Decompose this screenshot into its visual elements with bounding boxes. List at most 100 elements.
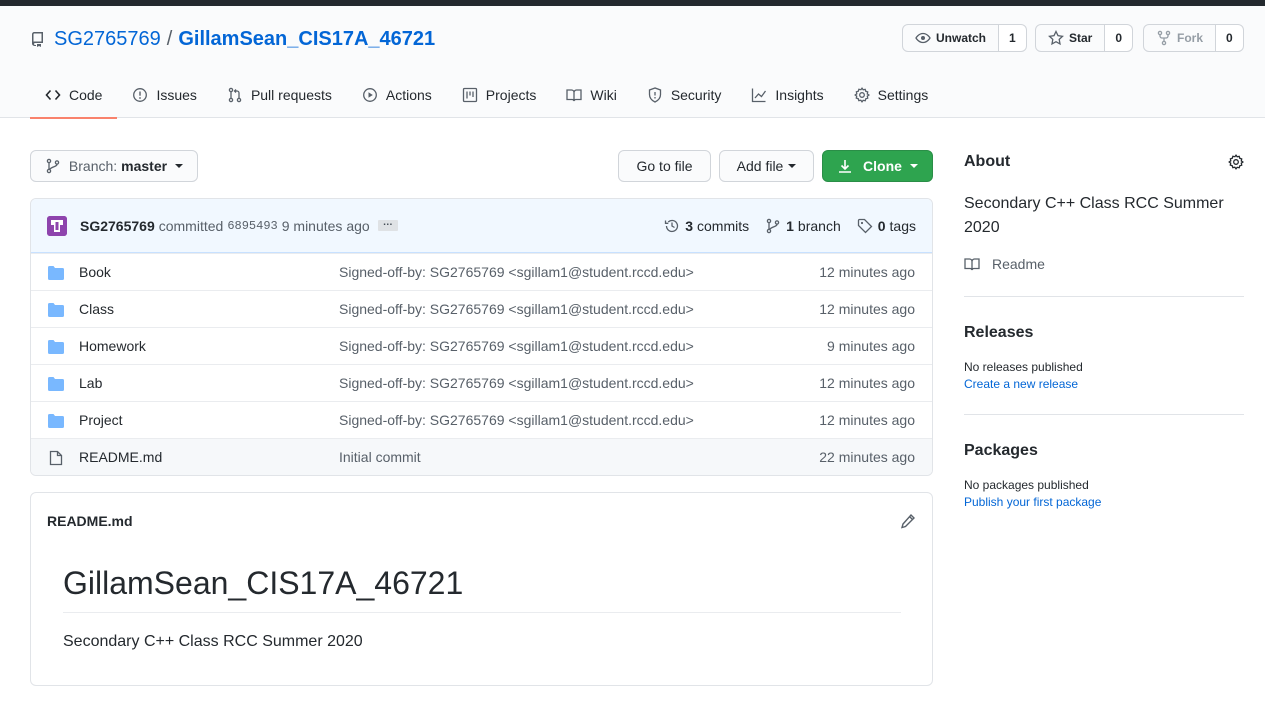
file-age: 12 minutes ago — [819, 301, 915, 317]
file-row[interactable]: Lab Signed-off-by: SG2765769 <sgillam1@s… — [31, 364, 932, 401]
file-age: 9 minutes ago — [827, 338, 915, 354]
file-row[interactable]: Homework Signed-off-by: SG2765769 <sgill… — [31, 327, 932, 364]
tags-label: tags — [889, 218, 916, 234]
unwatch-button[interactable]: Unwatch — [902, 24, 1000, 52]
readme-heading: GillamSean_CIS17A_46721 — [63, 565, 901, 613]
tab-issues[interactable]: Issues — [117, 72, 211, 118]
releases-title[interactable]: Releases — [964, 324, 1244, 342]
tab-settings[interactable]: Settings — [839, 72, 944, 118]
tab-actions[interactable]: Actions — [347, 72, 447, 118]
packages-empty-text: No packages published — [964, 478, 1089, 492]
file-name-link[interactable]: Class — [79, 301, 114, 317]
play-icon — [362, 88, 377, 102]
commit-verb: committed — [158, 217, 224, 234]
about-description: Secondary C++ Class RCC Summer 2020 — [964, 195, 1224, 236]
fork-button[interactable]: Fork — [1143, 24, 1217, 52]
readme-filename: README.md — [47, 512, 133, 529]
identicon-icon — [47, 215, 67, 236]
tab-security-label: Security — [670, 87, 722, 103]
file-row[interactable]: README.md Initial commit 22 minutes ago — [31, 438, 932, 475]
branch-count: 1 — [786, 218, 794, 234]
gear-icon[interactable] — [1228, 154, 1244, 170]
folder-icon — [48, 414, 64, 428]
commits-label: commits — [697, 218, 750, 234]
repo-title: SG2765769 / GillamSean_CIS17A_46721 — [30, 24, 435, 54]
star-icon — [1048, 30, 1064, 46]
file-commit-message[interactable]: Signed-off-by: SG2765769 <sgillam1@stude… — [339, 301, 694, 317]
go-to-file-button[interactable]: Go to file — [618, 150, 711, 182]
file-name-link[interactable]: Book — [79, 264, 111, 280]
file-name-link[interactable]: Lab — [79, 375, 102, 391]
graph-icon — [752, 88, 767, 103]
tab-settings-label: Settings — [877, 87, 929, 103]
file-commit-message[interactable]: Signed-off-by: SG2765769 <sgillam1@stude… — [339, 338, 694, 354]
code-icon — [45, 89, 61, 101]
tab-wiki[interactable]: Wiki — [551, 72, 631, 118]
tab-code[interactable]: Code — [30, 72, 118, 119]
tags-link[interactable]: 0 tags — [857, 218, 916, 234]
file-commit-message[interactable]: Initial commit — [339, 449, 421, 465]
tab-pull-requests[interactable]: Pull requests — [212, 72, 347, 118]
repo-sidebar: About Secondary C++ Class RCC Summer 202… — [964, 150, 1244, 509]
file-age: 22 minutes ago — [819, 449, 915, 465]
file-commit-message[interactable]: Signed-off-by: SG2765769 <sgillam1@stude… — [339, 412, 694, 428]
commits-link[interactable]: 3 commits — [664, 218, 749, 234]
fork-count[interactable]: 0 — [1216, 24, 1244, 52]
publish-package-link[interactable]: Publish your first package — [964, 495, 1244, 509]
project-icon — [462, 87, 477, 103]
download-icon — [839, 160, 852, 173]
file-row[interactable]: Project Signed-off-by: SG2765769 <sgilla… — [31, 401, 932, 438]
create-release-link[interactable]: Create a new release — [964, 377, 1244, 391]
branches-link[interactable]: 1 branch — [765, 218, 841, 234]
repo-icon — [31, 32, 43, 47]
repo-nav-tabs: Code Issues Pull requests Actions Projec… — [30, 72, 944, 119]
tab-insights-label: Insights — [775, 87, 824, 103]
packages-title[interactable]: Packages — [964, 442, 1244, 460]
readme-header: README.md — [31, 493, 932, 548]
avatar[interactable] — [47, 215, 67, 236]
readme-link[interactable]: Readme — [964, 256, 1244, 272]
fork-icon — [1157, 30, 1171, 46]
tab-projects[interactable]: Projects — [447, 72, 552, 118]
eye-icon — [915, 32, 931, 44]
star-group: Star 0 — [1035, 24, 1134, 52]
file-name-link[interactable]: Homework — [79, 338, 146, 354]
tag-icon — [857, 218, 873, 234]
history-icon — [665, 219, 679, 233]
file-age: 12 minutes ago — [819, 375, 915, 391]
commit-expand-button[interactable]: … — [377, 218, 398, 231]
tab-projects-label: Projects — [485, 87, 537, 103]
tab-security[interactable]: Security — [632, 72, 737, 118]
watch-count[interactable]: 1 — [999, 24, 1027, 52]
add-file-button[interactable]: Add file — [719, 150, 814, 182]
tab-code-label: Code — [69, 87, 103, 103]
releases-empty-text: No releases published — [964, 360, 1083, 374]
commit-sha-link[interactable]: 6895493 — [227, 219, 277, 233]
file-name-link[interactable]: README.md — [79, 449, 162, 465]
repo-separator: / — [166, 27, 173, 50]
file-age: 12 minutes ago — [819, 264, 915, 280]
repo-stats: 3 commits 1 branch 0 tags — [648, 199, 916, 253]
pencil-icon[interactable] — [900, 513, 916, 529]
repo-owner-link[interactable]: SG2765769 — [54, 28, 161, 51]
file-row[interactable]: Class Signed-off-by: SG2765769 <sgillam1… — [31, 290, 932, 327]
branch-label: branch — [797, 218, 841, 234]
tab-insights[interactable]: Insights — [736, 72, 838, 118]
file-row[interactable]: Book Signed-off-by: SG2765769 <sgillam1@… — [31, 253, 932, 290]
tab-pull-requests-label: Pull requests — [250, 87, 332, 103]
branch-select-button[interactable]: Branch: master — [30, 150, 198, 182]
star-count[interactable]: 0 — [1105, 24, 1134, 52]
star-button[interactable]: Star — [1035, 24, 1106, 52]
file-commit-message[interactable]: Signed-off-by: SG2765769 <sgillam1@stude… — [339, 375, 694, 391]
unwatch-label: Unwatch — [936, 31, 987, 45]
book-icon — [964, 258, 980, 271]
chevron-down-icon — [788, 164, 797, 168]
repo-name-link[interactable]: GillamSean_CIS17A_46721 — [178, 28, 435, 51]
file-name-link[interactable]: Project — [79, 412, 123, 428]
file-commit-message[interactable]: Signed-off-by: SG2765769 <sgillam1@stude… — [339, 264, 694, 280]
latest-commit-bar: SG2765769 committed 6895493 9 minutes ag… — [31, 199, 932, 253]
commit-author-link[interactable]: SG2765769 — [80, 218, 155, 234]
folder-icon — [48, 266, 64, 280]
clone-button[interactable]: Clone — [822, 150, 933, 182]
gear-icon — [853, 87, 870, 103]
